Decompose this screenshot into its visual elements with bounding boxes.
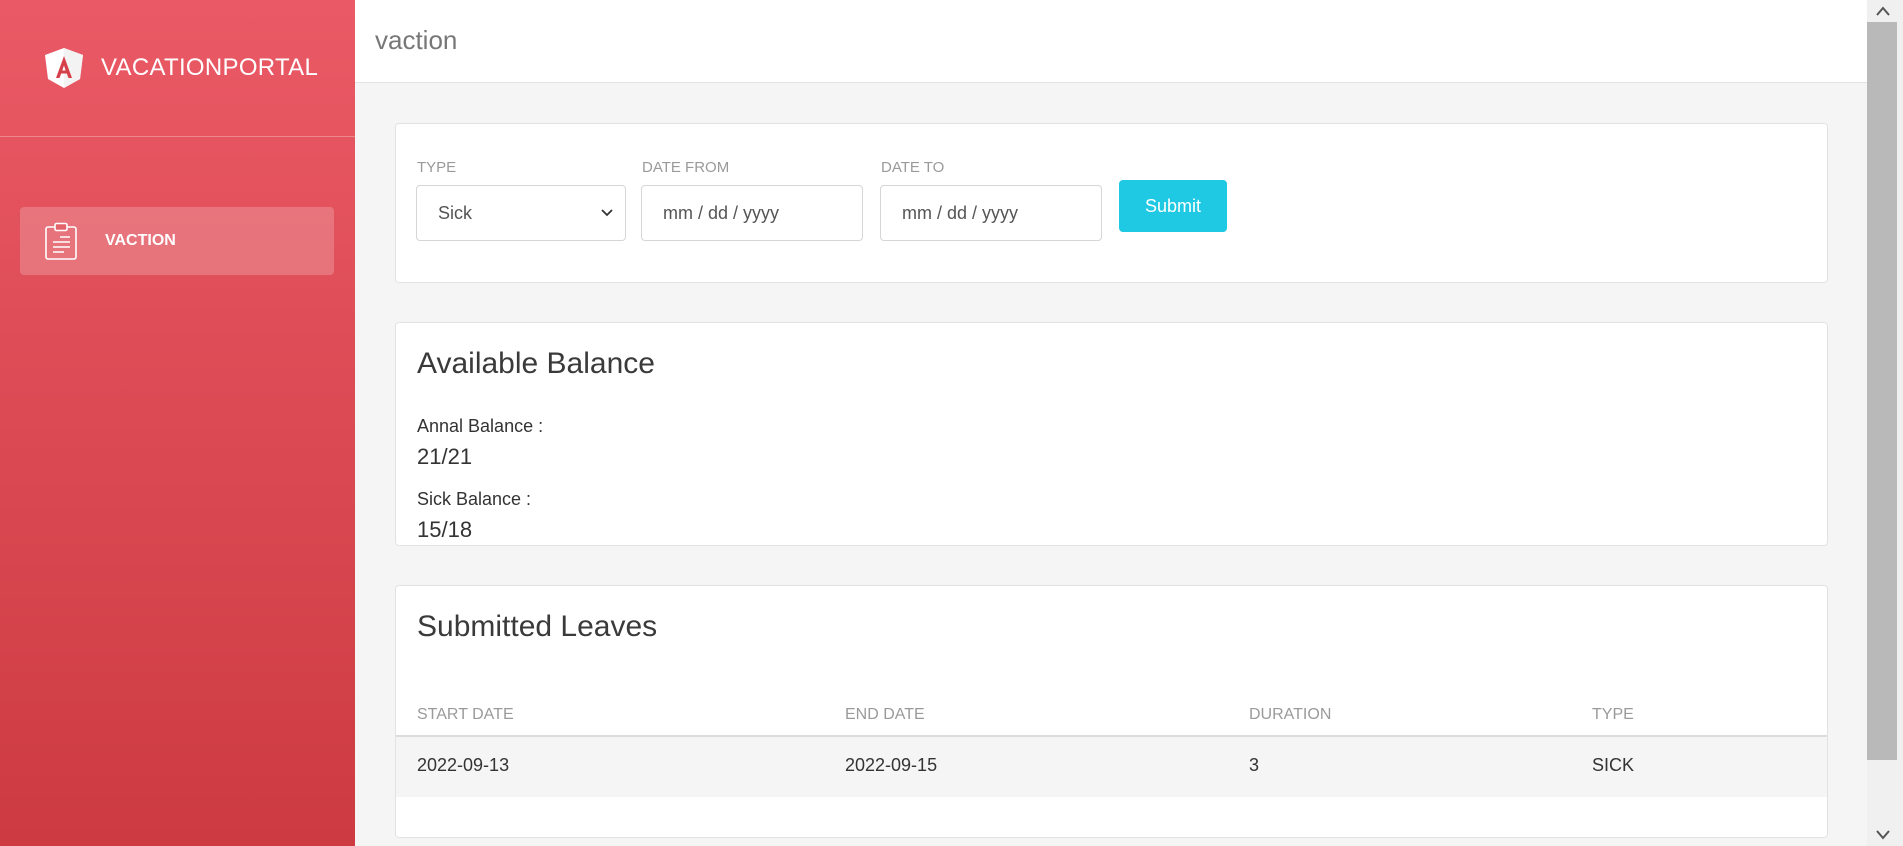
sick-balance-label: Sick Balance : [417,489,532,509]
scroll-down-icon[interactable] [1875,828,1891,842]
available-balance-card: Available Balance Annal Balance : 21/21 … [395,322,1828,546]
angular-logo-icon [45,48,83,88]
table-row: 2022-09-13 2022-09-15 3 SICK [396,737,1827,797]
sidebar-item-vaction[interactable]: VACTION [20,207,334,275]
submitted-leaves-card: Submitted Leaves START DATE END DATE DUR… [395,585,1828,838]
column-header-type: TYPE [1592,706,1634,723]
chevron-down-icon [601,209,613,217]
cell-duration: 3 [1249,755,1260,775]
date-to-label: DATE TO [881,159,945,176]
column-header-duration: DURATION [1249,706,1332,723]
brand[interactable]: VACATIONPORTAL [0,0,355,137]
vertical-scrollbar[interactable] [1867,0,1903,846]
sick-balance-value: 15/18 [417,517,473,542]
cell-end-date: 2022-09-15 [845,755,938,775]
type-select[interactable]: Sick [416,185,626,241]
scrollbar-thumb[interactable] [1867,22,1897,760]
balance-title: Available Balance [417,347,655,380]
cell-type: SICK [1592,755,1635,775]
date-to-placeholder: mm / dd / yyyy [902,202,1019,223]
clipboard-icon [45,222,77,260]
date-to-input[interactable]: mm / dd / yyyy [880,185,1102,241]
type-select-value: Sick [438,202,473,223]
annual-balance-label: Annal Balance : [417,416,544,436]
sidebar-item-label: VACTION [105,232,176,249]
column-header-end-date: END DATE [845,706,925,723]
date-from-input[interactable]: mm / dd / yyyy [641,185,863,241]
submit-button[interactable]: Submit [1119,180,1227,232]
type-label: TYPE [417,159,457,176]
sidebar: VACATIONPORTAL VACTION [0,0,355,846]
scroll-up-icon[interactable] [1875,4,1891,18]
date-from-label: DATE FROM [642,159,730,176]
column-header-start-date: START DATE [417,706,514,723]
leaves-title: Submitted Leaves [417,610,658,643]
annual-balance-value: 21/21 [417,444,473,469]
date-from-placeholder: mm / dd / yyyy [663,202,780,223]
leave-request-form: TYPE Sick DATE FROM mm / dd / yyyy DATE … [395,123,1828,283]
brand-name: VACATIONPORTAL [101,54,319,81]
cell-start-date: 2022-09-13 [417,755,510,775]
topbar: vaction [355,0,1867,83]
page-title: vaction [375,25,458,55]
